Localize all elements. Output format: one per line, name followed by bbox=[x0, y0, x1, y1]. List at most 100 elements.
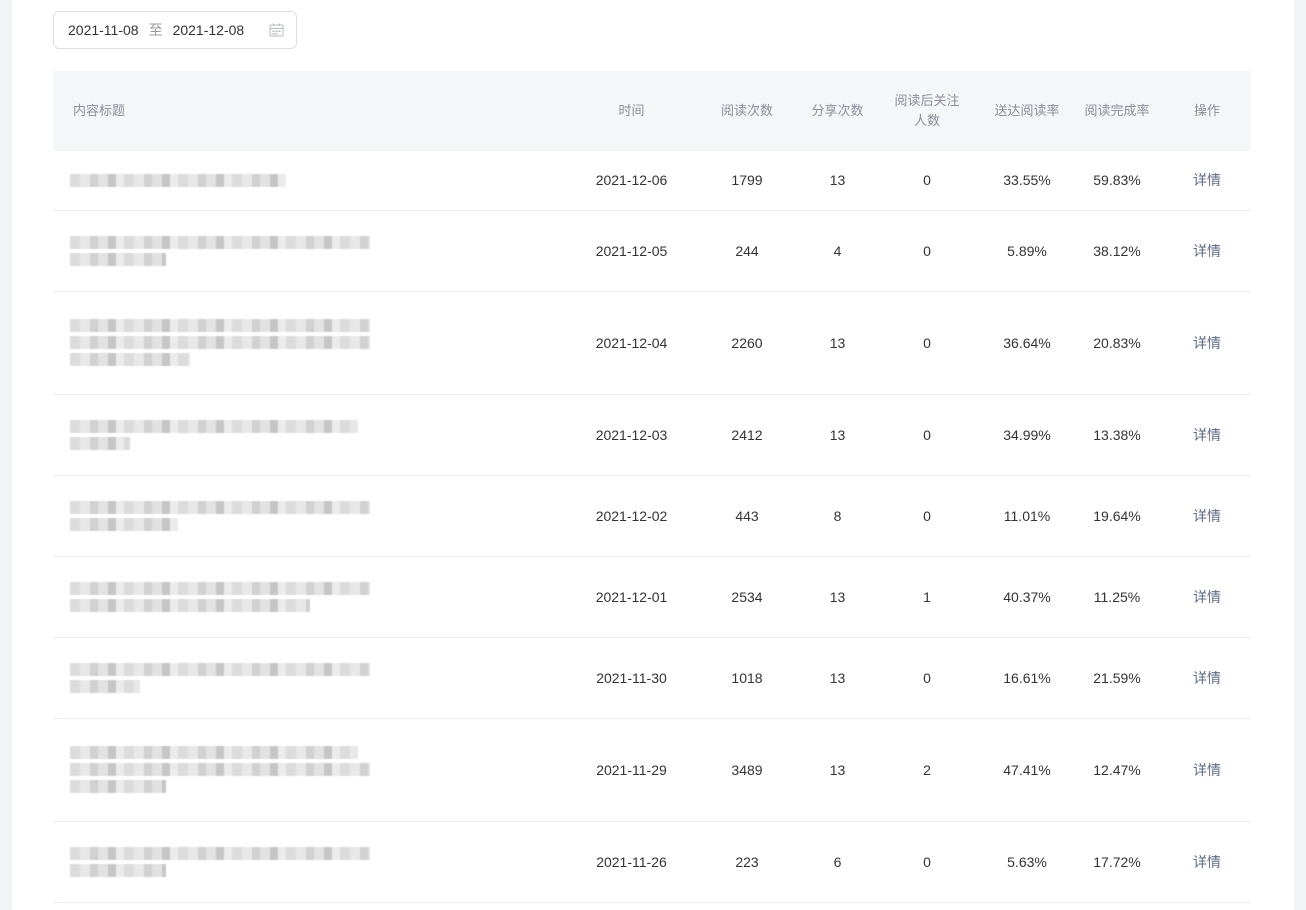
cell-completion-rate: 17.72% bbox=[1071, 821, 1163, 903]
cell-action: 详情 bbox=[1163, 291, 1251, 395]
details-link[interactable]: 详情 bbox=[1193, 243, 1221, 259]
details-link[interactable]: 详情 bbox=[1193, 427, 1221, 443]
header-shares: 分享次数 bbox=[811, 103, 864, 118]
cell-delivery-read-rate: 34.99% bbox=[983, 394, 1071, 476]
cell-date: 2021-12-02 bbox=[573, 475, 690, 557]
header-date: 时间 bbox=[618, 103, 645, 118]
cell-action: 详情 bbox=[1163, 637, 1251, 719]
title-cell-redacted bbox=[53, 556, 573, 638]
table-row: 2021-12-04 2260 13 0 36.64% 20.83% 详情 bbox=[53, 291, 1251, 395]
cell-delivery-read-rate: 33.55% bbox=[983, 151, 1071, 211]
cell-action: 详情 bbox=[1163, 394, 1251, 476]
cell-follows: 2 bbox=[871, 718, 983, 822]
title-cell-redacted bbox=[53, 821, 573, 903]
title-cell-redacted bbox=[53, 291, 573, 395]
cell-shares: 13 bbox=[804, 718, 871, 822]
header-reads: 阅读次数 bbox=[720, 103, 773, 118]
cell-shares: 13 bbox=[804, 637, 871, 719]
header-completion-rate: 阅读完成率 bbox=[1084, 103, 1150, 118]
title-cell-redacted bbox=[53, 475, 573, 557]
title-cell-redacted bbox=[53, 394, 573, 476]
cell-shares: 13 bbox=[804, 291, 871, 395]
header-action: 操作 bbox=[1193, 103, 1220, 118]
calendar-icon[interactable] bbox=[269, 23, 284, 37]
cell-follows: 0 bbox=[871, 637, 983, 719]
cell-follows: 0 bbox=[871, 151, 983, 211]
cell-reads: 1799 bbox=[690, 151, 804, 211]
cell-delivery-read-rate: 47.41% bbox=[983, 718, 1071, 822]
cell-follows: 1 bbox=[871, 556, 983, 638]
cell-reads: 2412 bbox=[690, 394, 804, 476]
details-link[interactable]: 详情 bbox=[1193, 508, 1221, 524]
cell-delivery-read-rate: 16.61% bbox=[983, 637, 1071, 719]
header-follows-line2: 人数 bbox=[913, 113, 940, 128]
cell-action: 详情 bbox=[1163, 475, 1251, 557]
cell-action: 详情 bbox=[1163, 151, 1251, 211]
title-cell-redacted bbox=[53, 210, 573, 292]
cell-completion-rate: 38.12% bbox=[1071, 210, 1163, 292]
header-title: 内容标题 bbox=[73, 103, 126, 118]
details-link[interactable]: 详情 bbox=[1193, 172, 1221, 188]
header-follows-line1: 阅读后关注 bbox=[894, 93, 960, 108]
cell-completion-rate: 13.38% bbox=[1071, 394, 1163, 476]
cell-date: 2021-11-30 bbox=[573, 637, 690, 719]
cell-action: 详情 bbox=[1163, 821, 1251, 903]
cell-reads: 244 bbox=[690, 210, 804, 292]
details-link[interactable]: 详情 bbox=[1193, 854, 1221, 870]
cell-shares: 13 bbox=[804, 394, 871, 476]
cell-completion-rate: 12.47% bbox=[1071, 718, 1163, 822]
cell-date: 2021-12-06 bbox=[573, 151, 690, 211]
title-cell-redacted bbox=[53, 637, 573, 719]
cell-follows: 0 bbox=[871, 291, 983, 395]
cell-completion-rate: 11.25% bbox=[1071, 556, 1163, 638]
cell-action: 详情 bbox=[1163, 718, 1251, 822]
cell-date: 2021-12-05 bbox=[573, 210, 690, 292]
title-cell-redacted bbox=[53, 151, 573, 211]
cell-completion-rate: 59.83% bbox=[1071, 151, 1163, 211]
cell-date: 2021-12-01 bbox=[573, 556, 690, 638]
cell-reads: 2534 bbox=[690, 556, 804, 638]
cell-reads: 3489 bbox=[690, 718, 804, 822]
table-row: 2021-12-02 443 8 0 11.01% 19.64% 详情 bbox=[53, 475, 1251, 557]
cell-shares: 13 bbox=[804, 556, 871, 638]
articles-table: 内容标题 时间 阅读次数 分享次数 阅读后关注 人数 送达阅读率 阅读完成率 操… bbox=[53, 71, 1251, 903]
details-link[interactable]: 详情 bbox=[1193, 670, 1221, 686]
cell-follows: 0 bbox=[871, 210, 983, 292]
cell-date: 2021-11-26 bbox=[573, 821, 690, 903]
cell-delivery-read-rate: 36.64% bbox=[983, 291, 1071, 395]
cell-follows: 0 bbox=[871, 394, 983, 476]
date-separator: 至 bbox=[148, 22, 163, 38]
details-link[interactable]: 详情 bbox=[1193, 589, 1221, 605]
cell-shares: 4 bbox=[804, 210, 871, 292]
header-follows: 阅读后关注 人数 bbox=[871, 71, 983, 151]
details-link[interactable]: 详情 bbox=[1193, 335, 1221, 351]
table-row: 2021-11-26 223 6 0 5.63% 17.72% 详情 bbox=[53, 821, 1251, 903]
date-range-picker[interactable]: 2021-11-08 至 2021-12-08 bbox=[53, 11, 297, 49]
cell-follows: 0 bbox=[871, 821, 983, 903]
cell-shares: 8 bbox=[804, 475, 871, 557]
cell-date: 2021-12-04 bbox=[573, 291, 690, 395]
cell-reads: 443 bbox=[690, 475, 804, 557]
cell-delivery-read-rate: 40.37% bbox=[983, 556, 1071, 638]
table-row: 2021-12-03 2412 13 0 34.99% 13.38% 详情 bbox=[53, 394, 1251, 476]
date-start[interactable]: 2021-11-08 bbox=[68, 22, 139, 38]
table-row: 2021-11-29 3489 13 2 47.41% 12.47% 详情 bbox=[53, 718, 1251, 822]
cell-follows: 0 bbox=[871, 475, 983, 557]
cell-completion-rate: 19.64% bbox=[1071, 475, 1163, 557]
table-row: 2021-11-30 1018 13 0 16.61% 21.59% 详情 bbox=[53, 637, 1251, 719]
cell-reads: 1018 bbox=[690, 637, 804, 719]
cell-delivery-read-rate: 5.63% bbox=[983, 821, 1071, 903]
table-row: 2021-12-05 244 4 0 5.89% 38.12% 详情 bbox=[53, 210, 1251, 292]
cell-action: 详情 bbox=[1163, 210, 1251, 292]
title-cell-redacted bbox=[53, 718, 573, 822]
cell-delivery-read-rate: 11.01% bbox=[983, 475, 1071, 557]
date-end[interactable]: 2021-12-08 bbox=[173, 22, 245, 38]
details-link[interactable]: 详情 bbox=[1193, 762, 1221, 778]
cell-date: 2021-12-03 bbox=[573, 394, 690, 476]
cell-completion-rate: 21.59% bbox=[1071, 637, 1163, 719]
cell-shares: 13 bbox=[804, 151, 871, 211]
table-row: 2021-12-01 2534 13 1 40.37% 11.25% 详情 bbox=[53, 556, 1251, 638]
table-row: 2021-12-06 1799 13 0 33.55% 59.83% 详情 bbox=[53, 151, 1251, 211]
cell-completion-rate: 20.83% bbox=[1071, 291, 1163, 395]
cell-reads: 2260 bbox=[690, 291, 804, 395]
